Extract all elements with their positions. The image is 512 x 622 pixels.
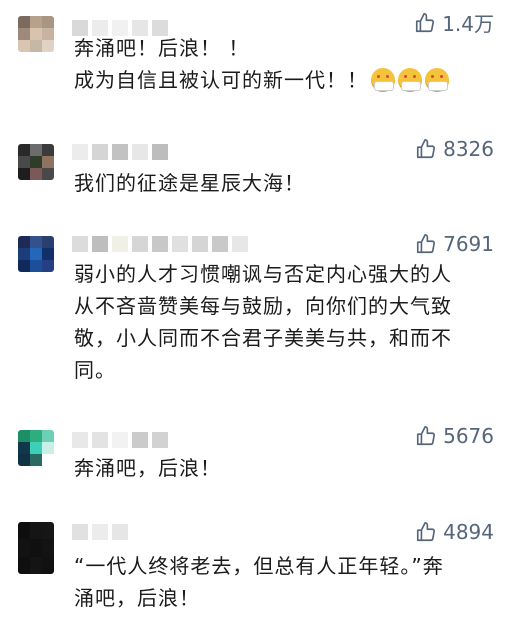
- avatar-pixel: [30, 168, 42, 180]
- avatar-pixel: [18, 28, 30, 40]
- avatar-pixel: [18, 454, 30, 466]
- avatar-pixel: [30, 144, 42, 156]
- username-blur-block: [192, 236, 208, 252]
- username-blur-block: [172, 236, 188, 252]
- avatar-pixel: [30, 539, 42, 557]
- avatar-pixel: [30, 430, 42, 442]
- like-count: 8326: [443, 137, 494, 161]
- username-blur-block: [112, 144, 128, 160]
- avatar-pixel: [42, 430, 54, 442]
- avatar-pixel: [18, 556, 30, 574]
- avatar-pixel: [18, 248, 30, 260]
- masked-face-emoji-icon: [371, 68, 395, 92]
- masked-face-emoji-icon: [398, 68, 422, 92]
- username-blurred[interactable]: [72, 524, 128, 542]
- avatar[interactable]: [18, 236, 54, 272]
- comment-text: 奔涌吧，后浪！: [74, 456, 221, 480]
- avatar-pixel: [18, 156, 30, 168]
- avatar[interactable]: [18, 16, 54, 52]
- avatar-pixel: [42, 156, 54, 168]
- username-blur-block: [72, 236, 88, 252]
- avatar-pixel: [42, 260, 54, 272]
- avatar-pixel: [42, 454, 54, 466]
- username-blur-block: [132, 432, 148, 448]
- comment-text: 奔涌吧！后浪！ ！ 成为自信且被认可的新一代！！: [74, 32, 482, 96]
- username-blur-block: [92, 144, 108, 160]
- avatar-pixel: [30, 556, 42, 574]
- like-button[interactable]: 8326: [415, 137, 494, 161]
- avatar[interactable]: [18, 522, 54, 574]
- username-blurred[interactable]: [72, 432, 168, 450]
- avatar-pixel: [42, 539, 54, 557]
- thumbs-up-icon: [417, 139, 436, 159]
- username-blur-block: [92, 524, 108, 540]
- like-button[interactable]: 7691: [415, 232, 494, 256]
- avatar-pixel: [18, 236, 30, 248]
- avatar-pixel: [30, 236, 42, 248]
- avatar-pixel: [30, 156, 42, 168]
- avatar-pixel: [42, 248, 54, 260]
- avatar-pixel: [42, 28, 54, 40]
- username-blur-block: [92, 236, 108, 252]
- username-blur-block: [212, 236, 228, 252]
- avatar-pixel: [42, 236, 54, 248]
- avatar-pixel: [18, 40, 30, 52]
- avatar-pixel: [42, 556, 54, 574]
- username-blur-block: [112, 524, 128, 540]
- avatar-pixel: [30, 28, 42, 40]
- comment-text: 弱小的人才习惯嘲讽与否定内心强大的人 从不吝啬赞美每与鼓励，向你们的大气致 敬，…: [74, 262, 452, 382]
- thumbs-up-icon: [417, 426, 436, 446]
- avatar-pixel: [42, 442, 54, 454]
- thumbs-up-icon: [417, 234, 436, 254]
- like-count: 7691: [443, 232, 494, 256]
- avatar-pixel: [42, 16, 54, 28]
- comment-text: 我们的征途是星辰大海！: [74, 171, 305, 195]
- avatar-pixel: [42, 168, 54, 180]
- like-button[interactable]: 5676: [415, 424, 494, 448]
- avatar[interactable]: [18, 430, 54, 466]
- username-blur-block: [112, 432, 128, 448]
- avatar-pixel: [18, 16, 30, 28]
- avatar-pixel: [30, 40, 42, 52]
- avatar-pixel: [42, 144, 54, 156]
- avatar-pixel: [30, 16, 42, 28]
- avatar-pixel: [18, 442, 30, 454]
- username-blur-block: [152, 144, 168, 160]
- username-blur-block: [152, 432, 168, 448]
- thumbs-up-icon: [417, 522, 436, 542]
- avatar-pixel: [42, 522, 54, 540]
- thumbs-up-icon: [416, 12, 435, 32]
- avatar-pixel: [30, 454, 42, 466]
- comment-text: “一代人终将老去，但总有人正年轻。”奔 涌吧，后浪！: [74, 554, 444, 610]
- username-blur-block: [72, 524, 88, 540]
- avatar-pixel: [30, 260, 42, 272]
- avatar-pixel: [18, 260, 30, 272]
- username-blur-block: [232, 236, 248, 252]
- masked-face-emoji-icon: [425, 68, 449, 92]
- username-blur-block: [72, 432, 88, 448]
- username-blurred[interactable]: [72, 236, 248, 254]
- avatar-pixel: [18, 168, 30, 180]
- username-blur-block: [152, 236, 168, 252]
- username-blur-block: [132, 236, 148, 252]
- avatar-pixel: [18, 539, 30, 557]
- username-blur-block: [92, 432, 108, 448]
- like-button[interactable]: 4894: [415, 520, 494, 544]
- username-blurred[interactable]: [72, 144, 168, 162]
- avatar-pixel: [30, 248, 42, 260]
- username-blur-block: [112, 236, 128, 252]
- avatar-pixel: [18, 430, 30, 442]
- avatar-pixel: [18, 144, 30, 156]
- like-count: 5676: [443, 424, 494, 448]
- avatar-pixel: [18, 522, 30, 540]
- avatar-pixel: [30, 442, 42, 454]
- avatar-pixel: [42, 40, 54, 52]
- avatar[interactable]: [18, 144, 54, 180]
- username-blur-block: [132, 144, 148, 160]
- avatar-pixel: [30, 522, 42, 540]
- like-count: 4894: [443, 520, 494, 544]
- username-blur-block: [72, 144, 88, 160]
